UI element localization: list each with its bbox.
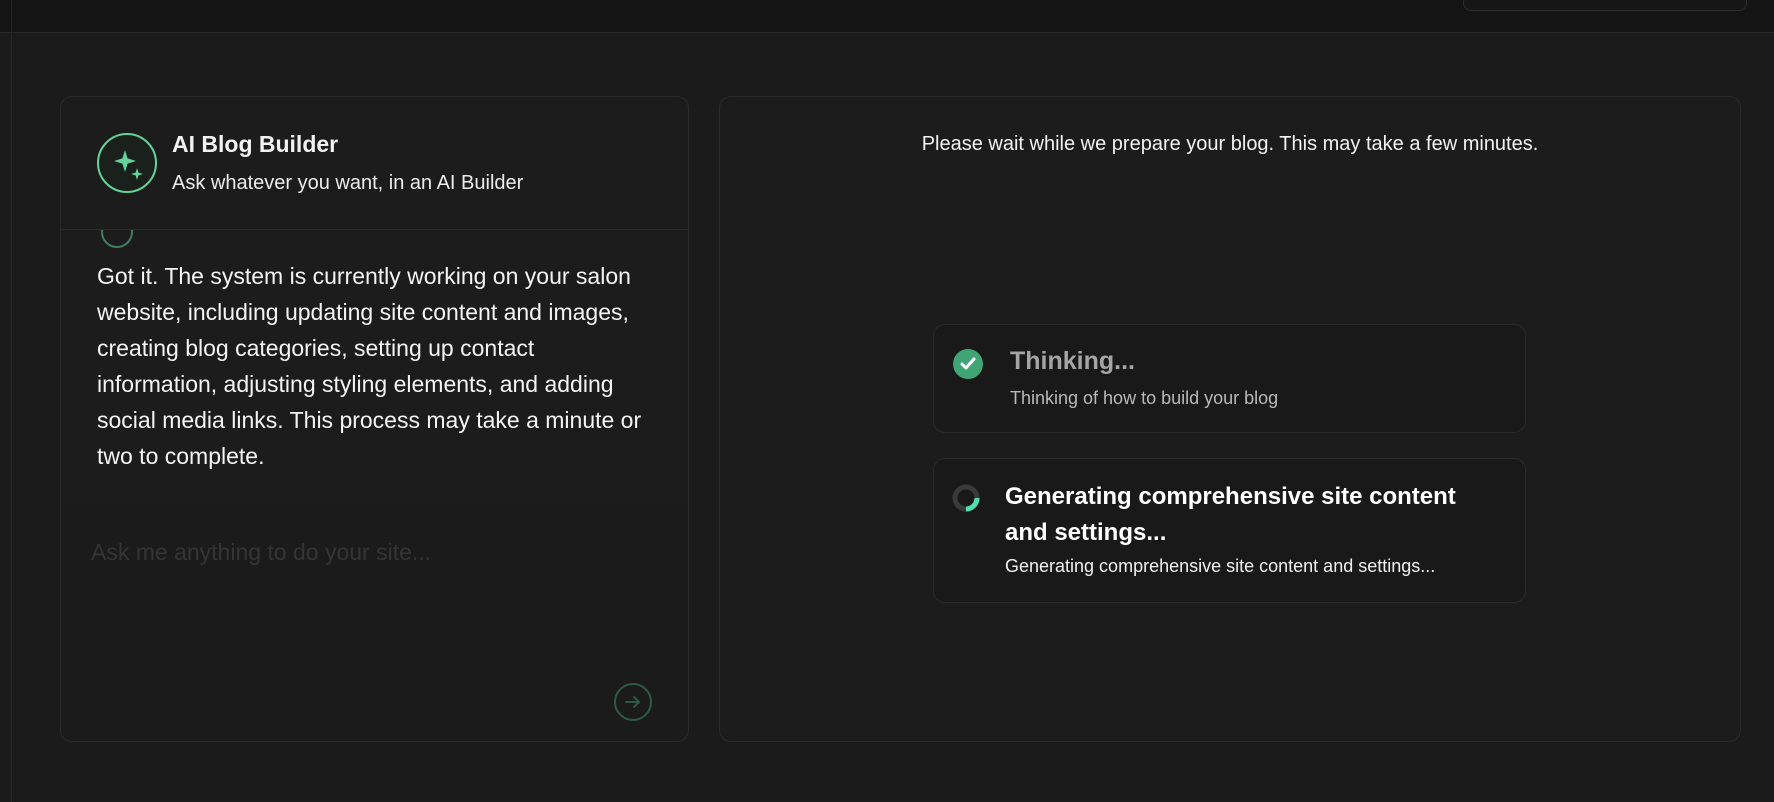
spinner-icon <box>951 483 981 513</box>
chat-subtitle: Ask whatever you want, in an AI Builder <box>172 172 524 194</box>
top-bar-control[interactable] <box>1463 0 1747 11</box>
step-card-thinking: Thinking... Thinking of how to build you… <box>933 324 1526 433</box>
preview-panel: Please wait while we prepare your blog. … <box>719 96 1741 742</box>
check-circle-icon <box>953 349 983 379</box>
assistant-message: Got it. The system is currently working … <box>97 263 642 469</box>
left-rail-divider <box>11 0 12 802</box>
step-description: Generating comprehensive site content an… <box>1005 556 1436 576</box>
step-card-generating: Generating comprehensive site content an… <box>933 458 1526 603</box>
step-description: Thinking of how to build your blog <box>1010 388 1279 408</box>
top-bar <box>0 0 1774 33</box>
input-fade <box>61 497 688 517</box>
chat-input-area <box>61 515 688 741</box>
sparkles-icon <box>97 133 157 193</box>
send-button[interactable] <box>614 683 652 721</box>
preview-notice: Please wait while we prepare your blog. … <box>921 133 1539 155</box>
chat-header: AI Blog Builder Ask whatever you want, i… <box>61 97 688 230</box>
prompt-input[interactable] <box>89 527 609 577</box>
step-title: Generating comprehensive site content an… <box>1005 483 1456 546</box>
step-title: Thinking... <box>1010 347 1135 375</box>
arrow-right-circle-icon <box>625 696 640 708</box>
chat-panel: AI Blog Builder Ask whatever you want, i… <box>60 96 689 742</box>
chat-title: AI Blog Builder <box>172 131 339 157</box>
